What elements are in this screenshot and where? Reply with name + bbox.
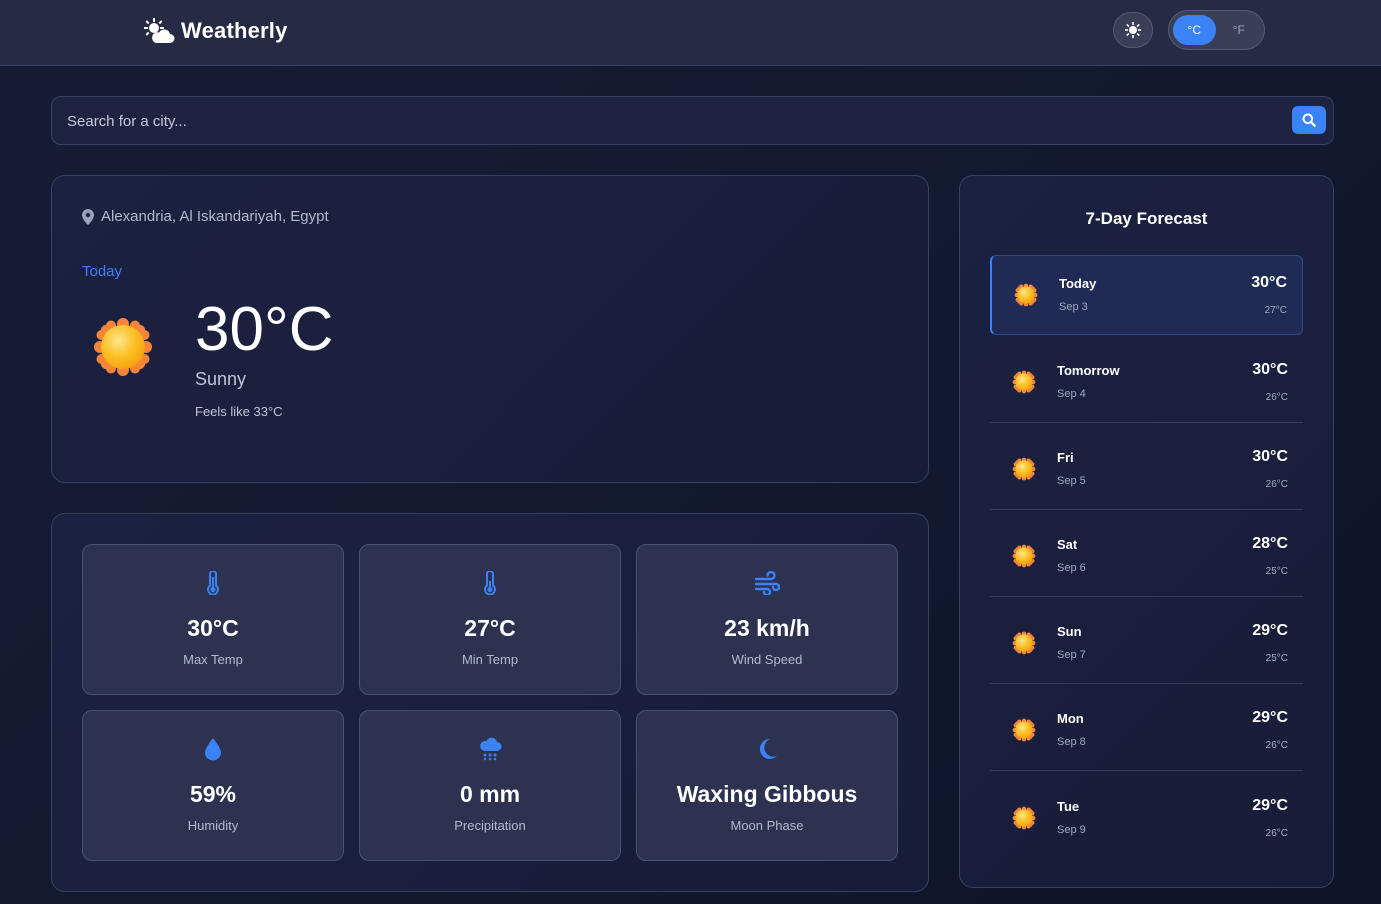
day-date: Sep 5 <box>1057 475 1086 487</box>
sun-icon <box>90 314 156 380</box>
forecast-day[interactable]: Fri Sep 5 30°C 26°C <box>990 430 1303 510</box>
day-name: Tue <box>1057 799 1080 814</box>
map-pin-icon <box>82 208 94 225</box>
fahrenheit-button[interactable]: °F <box>1218 15 1261 45</box>
day-min-temp: 26°C <box>1265 479 1288 490</box>
stat-moon-phase: Waxing Gibbous Moon Phase <box>636 710 898 861</box>
day-date: Sep 4 <box>1057 388 1086 400</box>
stat-value: Waxing Gibbous <box>676 781 858 807</box>
forecast-card: 7-Day Forecast Today Sep 3 30°C 27°C Tom… <box>959 175 1334 888</box>
day-name: Sun <box>1057 624 1082 639</box>
forecast-day[interactable]: Mon Sep 8 29°C 26°C <box>990 691 1303 771</box>
stat-value: 30°C <box>187 615 239 641</box>
brand-name: Weatherly <box>181 18 288 43</box>
thermometer-icon <box>207 571 219 595</box>
stat-label: Moon Phase <box>730 818 804 833</box>
forecast-day[interactable]: Today Sep 3 30°C 27°C <box>990 255 1303 335</box>
feels-like: Feels like 33°C <box>195 404 283 419</box>
app-header: Weatherly °C °F <box>0 0 1381 66</box>
day-date: Sep 3 <box>1059 301 1088 313</box>
stat-value: 23 km/h <box>724 615 810 641</box>
wind-icon <box>754 571 780 595</box>
day-max-temp: 28°C <box>1252 535 1288 552</box>
city-search-input[interactable] <box>67 109 1267 133</box>
day-max-temp: 30°C <box>1252 448 1288 465</box>
forecast-day[interactable]: Sat Sep 6 28°C 25°C <box>990 517 1303 597</box>
day-date: Sep 8 <box>1057 736 1086 748</box>
day-max-temp: 30°C <box>1252 361 1288 378</box>
day-date: Sep 9 <box>1057 824 1086 836</box>
stat-value: 59% <box>189 781 237 807</box>
sun-icon <box>1011 369 1037 395</box>
moon-icon <box>759 738 777 759</box>
forecast-day[interactable]: Sun Sep 7 29°C 25°C <box>990 604 1303 684</box>
thermometer-icon <box>484 571 496 595</box>
search-bar <box>51 96 1334 145</box>
sun-small-icon <box>1125 22 1141 38</box>
stat-label: Min Temp <box>461 652 519 667</box>
day-name: Today <box>1059 276 1097 291</box>
brand[interactable]: Weatherly <box>143 15 288 47</box>
forecast-title: 7-Day Forecast <box>1085 209 1208 228</box>
sun-icon <box>1011 805 1037 831</box>
day-name: Fri <box>1057 450 1074 465</box>
cloud-rain-icon <box>480 737 502 761</box>
stat-max-temp: 30°C Max Temp <box>82 544 344 695</box>
search-icon <box>1302 113 1316 127</box>
sun-icon <box>1011 630 1037 656</box>
location-text: Alexandria, Al Iskandariyah, Egypt <box>101 208 329 225</box>
day-max-temp: 29°C <box>1252 622 1288 639</box>
day-name: Tomorrow <box>1057 363 1120 378</box>
stat-humidity: 59% Humidity <box>82 710 344 861</box>
sun-icon <box>1013 282 1039 308</box>
stat-precipitation: 0 mm Precipitation <box>359 710 621 861</box>
day-min-temp: 25°C <box>1265 566 1288 577</box>
stat-value: 27°C <box>464 615 516 641</box>
sun-icon <box>1011 717 1037 743</box>
day-min-temp: 25°C <box>1265 653 1288 664</box>
day-name: Mon <box>1057 711 1084 726</box>
day-max-temp: 29°C <box>1252 709 1288 726</box>
weather-condition: Sunny <box>195 369 247 389</box>
location: Alexandria, Al Iskandariyah, Egypt <box>82 208 329 225</box>
day-name: Sat <box>1057 537 1078 552</box>
sun-icon <box>1011 543 1037 569</box>
day-date: Sep 7 <box>1057 649 1086 661</box>
day-min-temp: 27°C <box>1264 305 1287 316</box>
stat-min-temp: 27°C Min Temp <box>359 544 621 695</box>
today-label: Today <box>82 263 123 280</box>
stat-wind-speed: 23 km/h Wind Speed <box>636 544 898 695</box>
theme-toggle-button[interactable] <box>1113 12 1153 48</box>
current-weather-card: Alexandria, Al Iskandariyah, Egypt Today… <box>51 175 929 483</box>
weather-stats-card: 30°C Max Temp 27°C Min Temp 23 km/h Wind… <box>51 513 929 892</box>
weather-logo-icon <box>144 18 175 43</box>
forecast-day[interactable]: Tomorrow Sep 4 30°C 26°C <box>990 343 1303 423</box>
stat-label: Wind Speed <box>731 652 803 667</box>
stat-label: Humidity <box>187 818 239 833</box>
stat-value: 0 mm <box>459 781 521 807</box>
day-min-temp: 26°C <box>1265 740 1288 751</box>
current-temperature: 30°C <box>195 295 334 364</box>
day-min-temp: 26°C <box>1265 392 1288 403</box>
day-date: Sep 6 <box>1057 562 1086 574</box>
search-button[interactable] <box>1292 106 1326 134</box>
day-min-temp: 26°C <box>1265 828 1288 839</box>
day-max-temp: 30°C <box>1251 274 1287 291</box>
forecast-day[interactable]: Tue Sep 9 29°C 26°C <box>990 779 1303 859</box>
unit-toggle: °C °F <box>1168 10 1265 50</box>
stat-label: Precipitation <box>454 818 526 833</box>
stat-label: Max Temp <box>183 652 243 667</box>
droplet-icon <box>205 738 221 761</box>
sun-icon <box>1011 456 1037 482</box>
day-max-temp: 29°C <box>1252 797 1288 814</box>
celsius-button[interactable]: °C <box>1173 15 1216 45</box>
